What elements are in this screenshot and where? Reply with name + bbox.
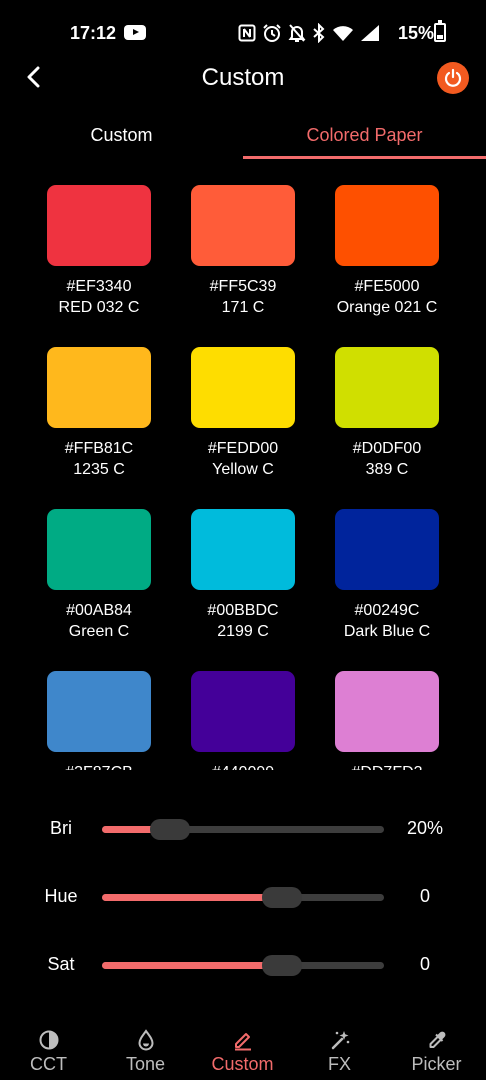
nav-item-cct[interactable]: CCT: [0, 1020, 97, 1080]
pencil-icon: [235, 1033, 251, 1051]
swatch-tile[interactable]: #FE5000 Orange 021 C: [335, 185, 439, 318]
hue-label: Hue: [44, 886, 78, 906]
swatch-tile[interactable]: #00BBDC 2199 C: [191, 509, 295, 642]
swatch-hex: #DD7FD3: [335, 762, 439, 770]
swatch-name: 171 C: [221, 299, 265, 316]
nav-item-custom[interactable]: Custom: [194, 1020, 291, 1080]
swatch-tile[interactable]: #D0DF00 389 C: [335, 347, 439, 480]
saturation-thumb[interactable]: [262, 955, 303, 976]
battery-icon: [434, 20, 446, 42]
swatch-name: Dark Blue C: [343, 623, 431, 640]
power-button[interactable]: [437, 62, 469, 94]
swatch-color: [47, 185, 151, 266]
swatch-color: [335, 509, 439, 590]
eyedropper-icon: [429, 1031, 446, 1048]
swatch-grid: #EF3340 RED 032 C #FF5C39 171 C #FE5000 …: [0, 185, 486, 770]
swatch-hex: #00AB84: [66, 602, 132, 619]
brightness-thumb[interactable]: [149, 819, 190, 840]
brightness-slider[interactable]: [102, 819, 384, 840]
swatch-color: [191, 671, 295, 752]
swatch-tile[interactable]: #FFB81C 1235 C: [47, 347, 151, 480]
battery-percent: 15%: [398, 23, 435, 43]
sparkle-icon: [331, 1031, 350, 1050]
status-time: 17:12: [70, 23, 117, 43]
saturation-slider-row: Sat 0: [0, 946, 486, 986]
swatch-name: Yellow C: [212, 461, 274, 478]
nav-item-tone[interactable]: Tone: [97, 1020, 194, 1080]
nav-item-picker[interactable]: Picker: [388, 1020, 485, 1080]
swatch-color: [335, 671, 439, 752]
brightness-slider-row: Bri 20%: [0, 810, 486, 850]
swatch-name: 389 C: [365, 461, 409, 478]
nav-label-tone: Tone: [125, 1054, 166, 1074]
page-title: Custom: [201, 64, 285, 91]
swatch-color: [335, 347, 439, 428]
swatch-tile[interactable]: #FF5C39 171 C: [191, 185, 295, 318]
saturation-label: Sat: [47, 954, 75, 974]
swatch-tile[interactable]: #FEDD00 Yellow C: [191, 347, 295, 480]
swatch-color: [191, 185, 295, 266]
hue-fill: [102, 894, 283, 901]
status-icons: [238, 22, 380, 44]
screen: 17:12 15% Custom Custom Colored Paper #E…: [0, 0, 486, 1080]
swatch-hex: #EF3340: [66, 278, 132, 295]
hue-slider[interactable]: [102, 887, 384, 908]
swatch-hex: #FEDD00: [207, 440, 279, 457]
swatch-tile[interactable]: #00249C Dark Blue C: [335, 509, 439, 642]
saturation-value: 0: [419, 954, 430, 974]
saturation-fill: [102, 962, 283, 969]
nav-label-picker: Picker: [411, 1054, 462, 1074]
swatch-tile[interactable]: #DD7FD3: [335, 671, 439, 770]
hue-thumb[interactable]: [262, 887, 303, 908]
nav-label-custom: Custom: [211, 1054, 274, 1074]
status-bar: 17:12 15%: [0, 0, 486, 64]
active-tab-indicator: [243, 156, 486, 159]
nav-label-fx: FX: [327, 1054, 351, 1074]
swatch-hex: #00249C: [354, 602, 420, 619]
wifi-icon: [333, 26, 353, 41]
swatch-color: [191, 509, 295, 590]
signal-icon: [361, 25, 379, 41]
swatch-name: 1235 C: [73, 461, 125, 478]
swatch-name: Green C: [68, 623, 130, 640]
tab-custom[interactable]: Custom: [0, 112, 243, 158]
swatch-tile[interactable]: #440099: [191, 671, 295, 770]
tab-colored-paper[interactable]: Colored Paper: [243, 112, 486, 158]
drop-icon: [138, 1029, 154, 1051]
swatch-color: [191, 347, 295, 428]
swatch-name: Orange 021 C: [336, 299, 438, 316]
swatch-name: 2199 C: [217, 623, 269, 640]
nav-item-fx[interactable]: FX: [291, 1020, 388, 1080]
swatch-tile[interactable]: #EF3340 RED 032 C: [47, 185, 151, 318]
notifications-off-icon: [288, 24, 306, 42]
bottom-nav: CCT Tone Custom FX Picker: [0, 1020, 486, 1080]
nav-label-cct: CCT: [30, 1054, 67, 1074]
nfc-icon: [238, 24, 256, 42]
swatch-hex: #440099: [191, 762, 295, 770]
swatch-color: [47, 347, 151, 428]
swatch-hex: #D0DF00: [352, 440, 422, 457]
hue-slider-row: Hue 0: [0, 878, 486, 918]
cct-icon: [39, 1030, 59, 1050]
saturation-slider[interactable]: [102, 955, 384, 976]
youtube-icon: [124, 25, 146, 40]
brightness-value: 20%: [406, 818, 444, 838]
swatch-hex: #3F87CB: [47, 762, 151, 770]
bluetooth-icon: [313, 23, 325, 43]
swatch-hex: #FF5C39: [209, 278, 277, 295]
swatch-color: [47, 671, 151, 752]
swatch-hex: #00BBDC: [207, 602, 279, 619]
swatch-tile[interactable]: #00AB84 Green C: [47, 509, 151, 642]
brightness-label: Bri: [50, 818, 72, 838]
swatch-tile[interactable]: #3F87CB: [47, 671, 151, 770]
swatch-color: [47, 509, 151, 590]
swatch-name: RED 032 C: [58, 299, 140, 316]
hue-value: 0: [419, 886, 430, 906]
swatch-hex: #FFB81C: [64, 440, 134, 457]
power-icon: [444, 68, 462, 87]
alarm-icon: [263, 24, 281, 42]
tab-bar: Custom Colored Paper: [0, 112, 486, 160]
swatch-hex: #FE5000: [354, 278, 420, 295]
swatch-color: [335, 185, 439, 266]
